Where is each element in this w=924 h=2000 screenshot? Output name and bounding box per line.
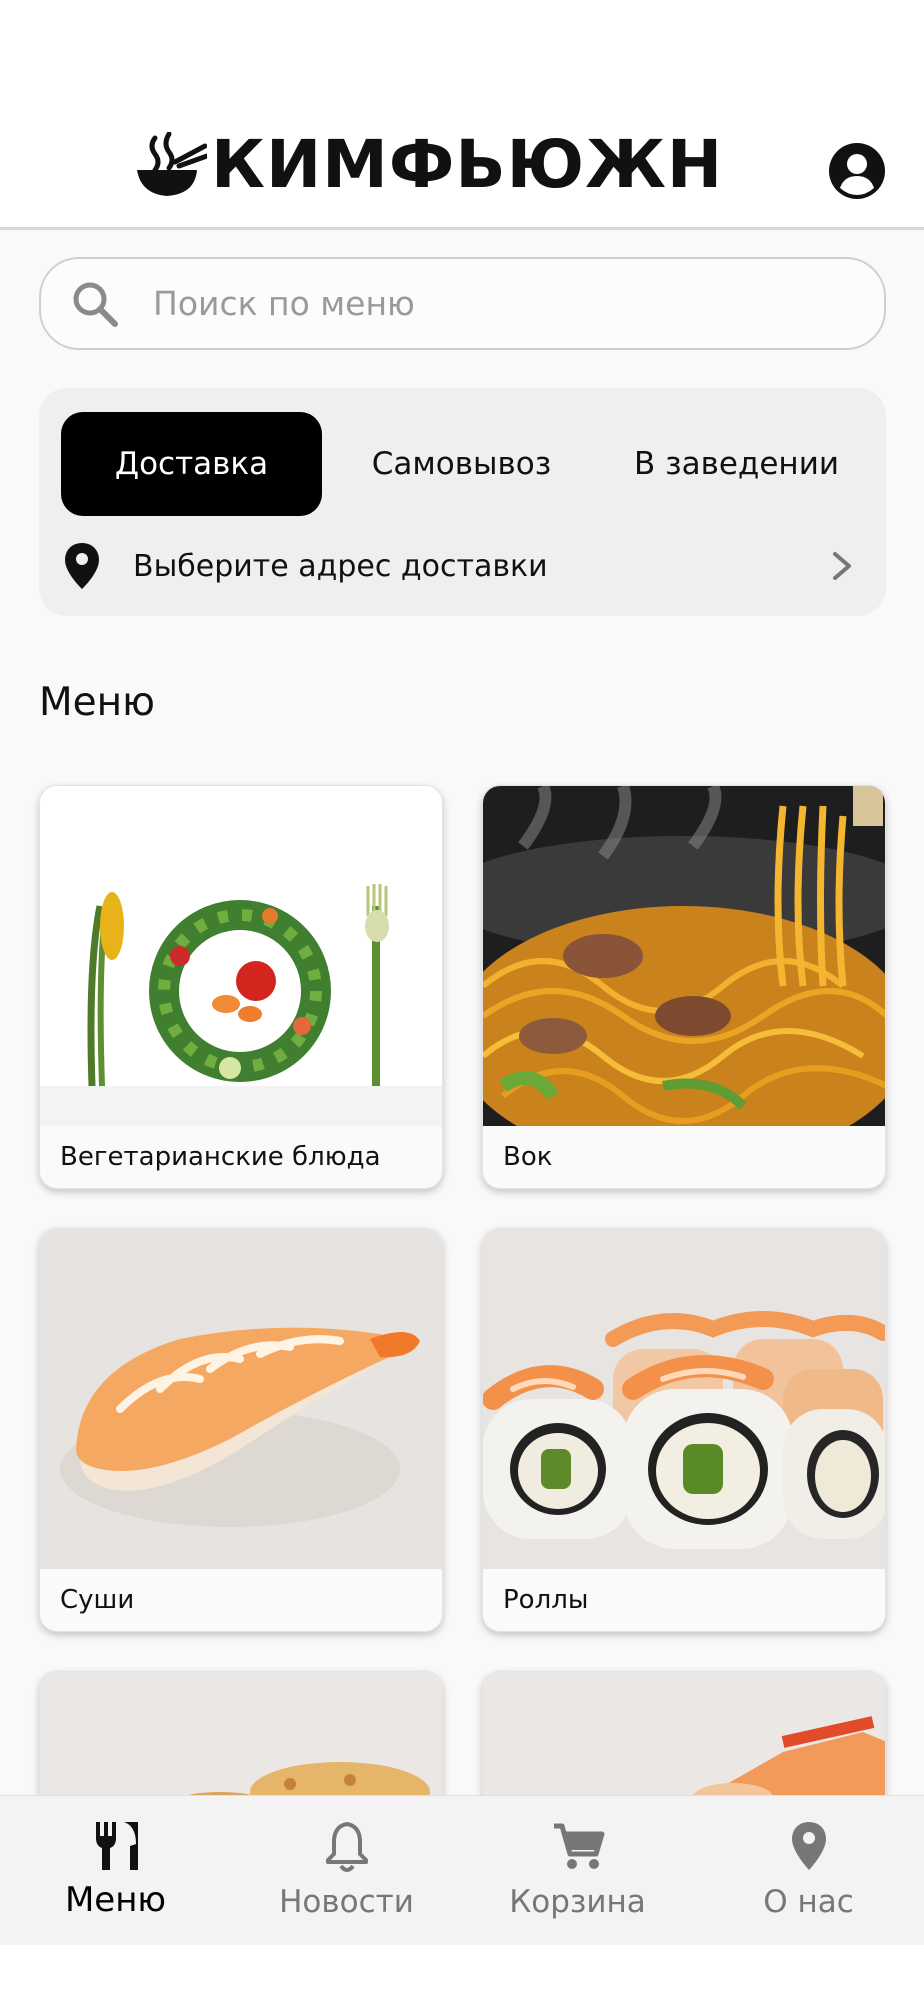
fork-knife-icon [95, 1822, 138, 1870]
dish-image [483, 1672, 885, 1795]
category-card-sushi[interactable]: Суши [39, 1228, 443, 1632]
nav-item-menu[interactable]: Меню [0, 1796, 231, 1946]
location-pin-icon [791, 1822, 826, 1870]
bottom-navigation: Меню Новости Корзина О нас [0, 1795, 924, 1945]
sushi-dish-image [40, 1229, 442, 1569]
category-card-vegetarian[interactable]: Вегетарианские блюда [39, 785, 443, 1189]
category-card-rolls[interactable]: Роллы [482, 1228, 886, 1632]
menu-section-title: Меню [39, 680, 155, 725]
bell-icon [325, 1822, 368, 1872]
category-label: Вок [503, 1142, 553, 1172]
delivery-address-label: Выберите адрес доставки [133, 548, 548, 584]
nav-item-about[interactable]: О нас [693, 1796, 924, 1946]
category-card-wok[interactable]: Вок [482, 785, 886, 1189]
system-bottom-area [0, 1945, 924, 2000]
app-header: КИМФЬЮЖН [0, 0, 924, 230]
nav-label: Меню [64, 1880, 167, 1920]
brand-logo[interactable]: КИМФЬЮЖН [135, 130, 723, 200]
cart-icon [553, 1823, 604, 1869]
nav-label: О нас [763, 1884, 854, 1920]
location-pin-icon [65, 543, 99, 589]
category-label: Роллы [503, 1585, 589, 1615]
nav-item-news[interactable]: Новости [231, 1796, 462, 1946]
dish-image [40, 1672, 442, 1795]
search-icon [73, 282, 118, 327]
nav-label: Новости [279, 1884, 414, 1920]
nav-label: Корзина [509, 1884, 646, 1920]
category-label: Суши [60, 1585, 135, 1615]
search-input[interactable] [153, 284, 813, 323]
category-label: Вегетарианские блюда [60, 1142, 381, 1172]
nav-item-cart[interactable]: Корзина [462, 1796, 693, 1946]
tab-delivery[interactable]: Доставка [61, 412, 322, 516]
search-bar[interactable] [39, 257, 886, 350]
wok-dish-image [483, 786, 885, 1126]
menu-category-grid: Вегетарианские блюда Вок Суши Роллы [0, 760, 924, 1795]
category-card-partial-right[interactable] [482, 1671, 886, 1795]
delivery-address-row[interactable]: Выберите адрес доставки [63, 538, 863, 594]
bowl-steam-icon [137, 132, 207, 196]
delivery-mode-card: Доставка Самовывоз В заведении Выберите … [39, 388, 886, 616]
tab-dine-in[interactable]: В заведении [609, 412, 864, 516]
chevron-right-icon [833, 552, 851, 580]
tab-pickup[interactable]: Самовывоз [339, 412, 584, 516]
vegetarian-dish-image [40, 786, 442, 1126]
category-card-partial-left[interactable] [39, 1671, 443, 1795]
rolls-dish-image [483, 1229, 885, 1569]
brand-name: КИМФЬЮЖН [211, 126, 724, 203]
account-circle-icon[interactable] [828, 142, 886, 200]
